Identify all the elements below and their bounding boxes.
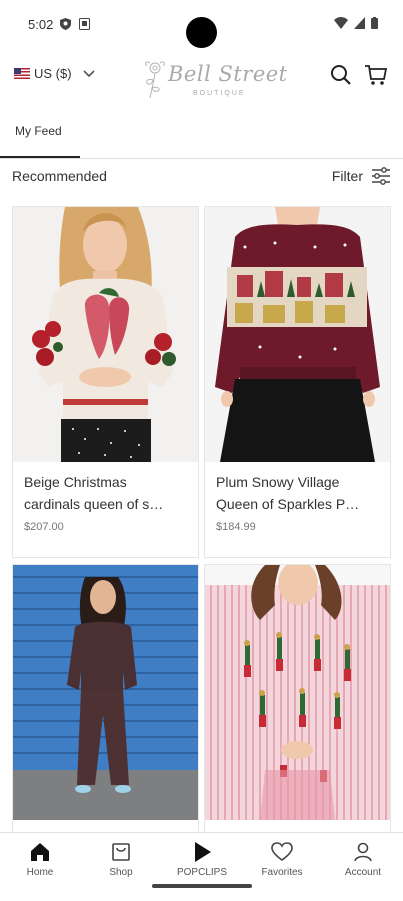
- product-card[interactable]: Plum Snowy Village Queen of Sparkles P… …: [204, 206, 391, 558]
- battery-icon: [371, 17, 378, 29]
- recommended-header: Recommended Filter: [0, 163, 403, 193]
- bottom-nav: Home Shop POPCLIPS Favorites Account: [0, 832, 403, 901]
- product-image[interactable]: [13, 207, 198, 462]
- heart-icon: [271, 842, 293, 861]
- nav-popclips[interactable]: POPCLIPS: [172, 841, 232, 878]
- product-image[interactable]: [205, 207, 390, 462]
- product-card[interactable]: [12, 564, 199, 836]
- model-beige-sweater-image: [32, 207, 176, 462]
- app-header: US ($) Bell Street BOUTIQUE: [0, 52, 403, 100]
- nav-favorites[interactable]: Favorites: [252, 841, 312, 878]
- section-title: Recommended: [12, 168, 107, 184]
- camera-cutout: [186, 17, 217, 48]
- us-flag-icon: [14, 68, 30, 79]
- model-plum-sweater-image: [215, 207, 380, 462]
- feed-tabs: My Feed: [0, 118, 403, 159]
- sliders-icon: [372, 167, 390, 185]
- home-icon: [31, 843, 49, 861]
- nav-home[interactable]: Home: [10, 841, 70, 878]
- nav-shop[interactable]: Shop: [91, 841, 151, 878]
- product-image[interactable]: [13, 565, 198, 820]
- product-image[interactable]: [205, 565, 390, 820]
- product-title-line1: Beige Christmas: [24, 474, 127, 490]
- product-title-line2: cardinals queen of s…: [24, 496, 164, 512]
- tab-my-feed[interactable]: My Feed: [0, 118, 80, 158]
- tab-label: My Feed: [15, 124, 62, 138]
- wifi-icon: [334, 17, 348, 29]
- product-card[interactable]: [204, 564, 391, 836]
- search-icon[interactable]: [330, 64, 352, 86]
- shield-icon: [60, 18, 71, 30]
- filter-button[interactable]: Filter: [332, 166, 391, 186]
- nav-label: Account: [344, 867, 382, 878]
- status-time: 5:02: [28, 17, 54, 32]
- person-icon: [354, 842, 372, 862]
- product-card[interactable]: Beige Christmas cardinals queen of s… $2…: [12, 206, 199, 558]
- home-indicator[interactable]: [152, 884, 252, 888]
- product-title[interactable]: Plum Snowy Village Queen of Sparkles P…: [216, 471, 381, 515]
- model-loungewear-image: [13, 576, 198, 820]
- nav-account[interactable]: Account: [333, 841, 393, 878]
- brand-logo[interactable]: Bell Street BOUTIQUE: [140, 56, 287, 102]
- currency-selector[interactable]: US ($): [14, 66, 96, 81]
- nav-label: Shop: [109, 867, 133, 878]
- nav-label: Home: [26, 867, 54, 878]
- logo-text: Bell Street: [168, 62, 288, 86]
- product-title-line1: Plum Snowy Village: [216, 474, 340, 490]
- play-icon: [195, 842, 211, 862]
- notification-icon: [79, 18, 90, 30]
- shop-icon: [112, 843, 130, 861]
- currency-label: US ($): [34, 66, 72, 81]
- filter-label: Filter: [331, 168, 363, 184]
- status-bar: 5:02: [0, 0, 403, 50]
- nav-label: Favorites: [261, 867, 303, 878]
- product-price: $184.99: [216, 521, 256, 533]
- chevron-down-icon: [82, 69, 95, 77]
- signal-icon: [354, 17, 365, 29]
- model-nutcracker-pajama-image: [205, 565, 390, 820]
- product-price: $207.00: [24, 521, 64, 533]
- product-title[interactable]: Beige Christmas cardinals queen of s…: [24, 471, 189, 515]
- product-title-line2: Queen of Sparkles P…: [216, 496, 360, 512]
- cart-icon[interactable]: [364, 63, 388, 87]
- logo-subtext: BOUTIQUE: [193, 90, 246, 97]
- nav-label: POPCLIPS: [176, 867, 228, 878]
